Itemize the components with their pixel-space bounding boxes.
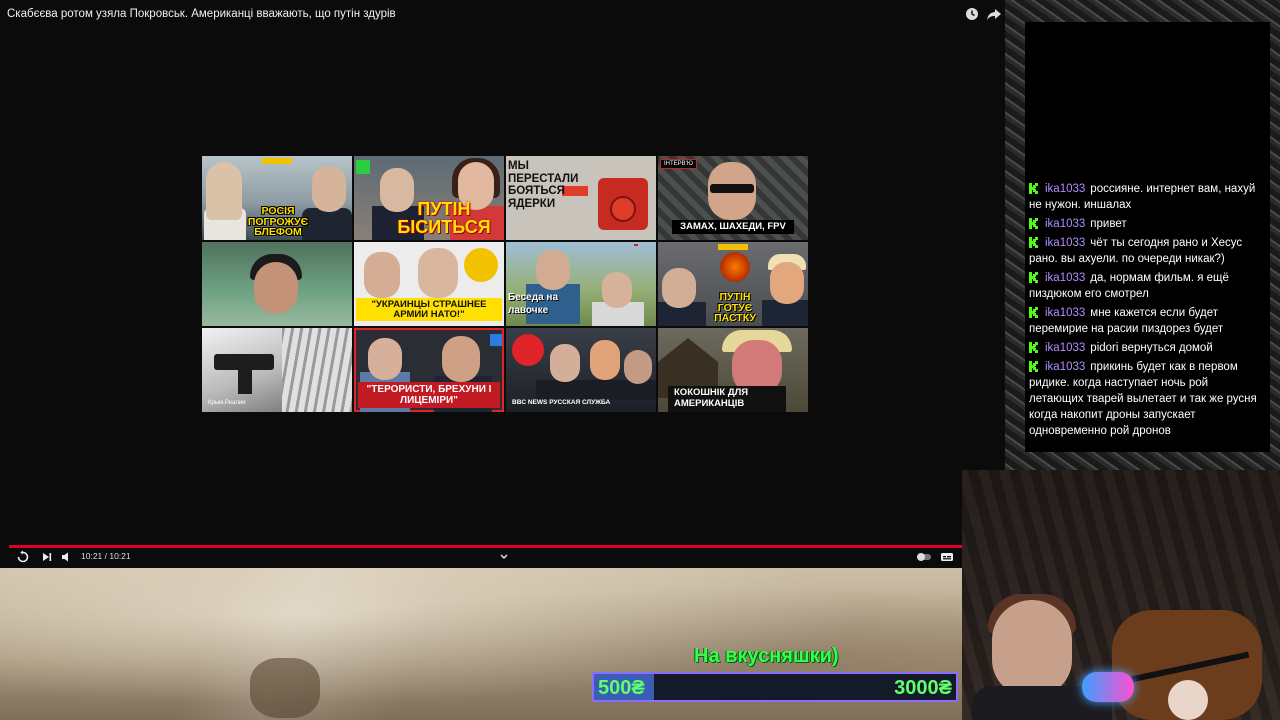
endscreen-video[interactable]: ІНТЕРВ'Ю ЗАМАХ, ШАХЕДИ, FPV: [658, 156, 808, 240]
thumbnail-caption: BBC NEWS РУССКАЯ СЛУЖБА: [512, 399, 611, 406]
next-icon[interactable]: [40, 550, 54, 564]
endscreen-video[interactable]: BBC NEWS РУССКАЯ СЛУЖБА: [506, 328, 656, 412]
endscreen-video[interactable]: [202, 242, 352, 326]
chat-message: ika1033 чёт ты сегодня рано и Хесус рано.…: [1029, 235, 1265, 267]
replay-icon[interactable]: [16, 550, 30, 564]
thumbnail-caption: Беседа на лавочке: [508, 292, 559, 316]
kick-badge-icon: [1029, 342, 1038, 353]
microphone: [1082, 672, 1134, 702]
thumbnail-caption: Крым.Реалии: [208, 400, 246, 406]
thumbnail-caption: МЫ ПЕРЕСТАЛИ БОЯТЬСЯ ЯДЕРКИ: [508, 160, 579, 210]
donation-goal-bar: 500₴ 3000₴: [592, 672, 958, 702]
chat-text: привет: [1090, 218, 1127, 230]
chat-username[interactable]: ika1033: [1045, 361, 1085, 373]
chat-username[interactable]: ika1033: [1045, 218, 1085, 230]
endscreen-video[interactable]: "ТЕРОРИСТИ, БРЕХУНИ І ЛИЦЕМІРИ": [354, 328, 504, 412]
thumbnail-caption: "ТЕРОРИСТИ, БРЕХУНИ І ЛИЦЕМІРИ": [358, 382, 500, 408]
endscreen-video[interactable]: ПУТІН ГОТУЄ ПАСТКУ: [658, 242, 808, 326]
watch-later-icon[interactable]: [964, 6, 980, 22]
thumbnail-caption: ЗАМАХ, ШАХЕДИ, FPV: [672, 220, 794, 234]
chat-list: ika1033 россияне. интернет вам, нахуй не …: [1029, 181, 1265, 442]
donation-current-amount: 500₴: [598, 677, 645, 699]
donation-goal-label: На вкусняшки): [694, 645, 839, 667]
chat-message: ika1033 прикинь будет как в первом ридике…: [1029, 359, 1265, 439]
chat-message: ika1033 мне кажется если будет перемирие …: [1029, 305, 1265, 337]
endscreen-video[interactable]: РОСІЯ ПОГРОЖУЄ БЛЕФОМ: [202, 156, 352, 240]
thumbnail-caption: РОСІЯ ПОГРОЖУЄ БЛЕФОМ: [247, 205, 309, 238]
video-title[interactable]: Скабєєва ротом узяла Покровськ. Американ…: [7, 8, 396, 20]
thumbnail-caption: ПУТІН БІСИТЬСЯ: [397, 199, 491, 237]
thumbnail-caption: ПУТІН ГОТУЄ ПАСТКУ: [714, 291, 756, 324]
chat-username[interactable]: ika1033: [1045, 237, 1085, 249]
chat-message: ika1033 привет: [1029, 216, 1265, 232]
time-display: 10:21 / 10:21: [81, 551, 131, 561]
volume-icon[interactable]: [60, 550, 74, 564]
endscreen-video[interactable]: "УКРАИНЦЫ СТРАШНЕЕ АРМИИ НАТО!": [354, 242, 504, 326]
share-icon[interactable]: [986, 6, 1002, 22]
video-player[interactable]: Скабєєва ротом узяла Покровськ. Американ…: [0, 0, 1005, 568]
kick-badge-icon: [1029, 237, 1038, 248]
subtitles-icon[interactable]: [940, 550, 954, 564]
chat-message: ika1033 pidori вернуться домой: [1029, 340, 1265, 356]
endscreen-video[interactable]: Крым.Реалии: [202, 328, 352, 412]
chat-message: ika1033 да, нормам фильм. я ещё пиздюком …: [1029, 270, 1265, 302]
thumbnail-caption: КОКОШНІК ДЛЯ АМЕРИКАНЦІВ: [668, 386, 786, 412]
chat-text: pidori вернуться домой: [1090, 342, 1213, 354]
chat-username[interactable]: ika1033: [1045, 272, 1085, 284]
thumbnail-tag: ІНТЕРВ'Ю: [660, 159, 697, 169]
endscreen-video[interactable]: Беседа на лавочке: [506, 242, 656, 326]
endscreen-video[interactable]: ПУТІН БІСИТЬСЯ: [354, 156, 504, 240]
chat-username[interactable]: ika1033: [1045, 307, 1085, 319]
kick-badge-icon: [1029, 307, 1038, 318]
chat-username[interactable]: ika1033: [1045, 342, 1085, 354]
endscreen-video[interactable]: МЫ ПЕРЕСТАЛИ БОЯТЬСЯ ЯДЕРКИ: [506, 156, 656, 240]
endscreen-video[interactable]: КОКОШНІК ДЛЯ АМЕРИКАНЦІВ: [658, 328, 808, 412]
thumbnail-caption: "УКРАИНЦЫ СТРАШНЕЕ АРМИИ НАТО!": [356, 298, 502, 321]
autoplay-toggle-icon[interactable]: [916, 550, 932, 564]
kick-badge-icon: [1029, 272, 1038, 283]
chevron-down-icon[interactable]: [497, 550, 511, 564]
kick-badge-icon: [1029, 361, 1038, 372]
kick-badge-icon: [1029, 218, 1038, 229]
webcam-feed: [962, 470, 1280, 720]
donation-target-amount: 3000₴: [894, 677, 952, 699]
chat-message: ika1033 россияне. интернет вам, нахуй не …: [1029, 181, 1265, 213]
endscreen-grid: РОСІЯ ПОГРОЖУЄ БЛЕФОМ ПУТІН БІСИТЬСЯ МЫ …: [202, 156, 808, 412]
chat-username[interactable]: ika1033: [1045, 183, 1085, 195]
player-controls: 10:21 / 10:21: [0, 548, 962, 568]
kick-badge-icon: [1029, 183, 1038, 194]
